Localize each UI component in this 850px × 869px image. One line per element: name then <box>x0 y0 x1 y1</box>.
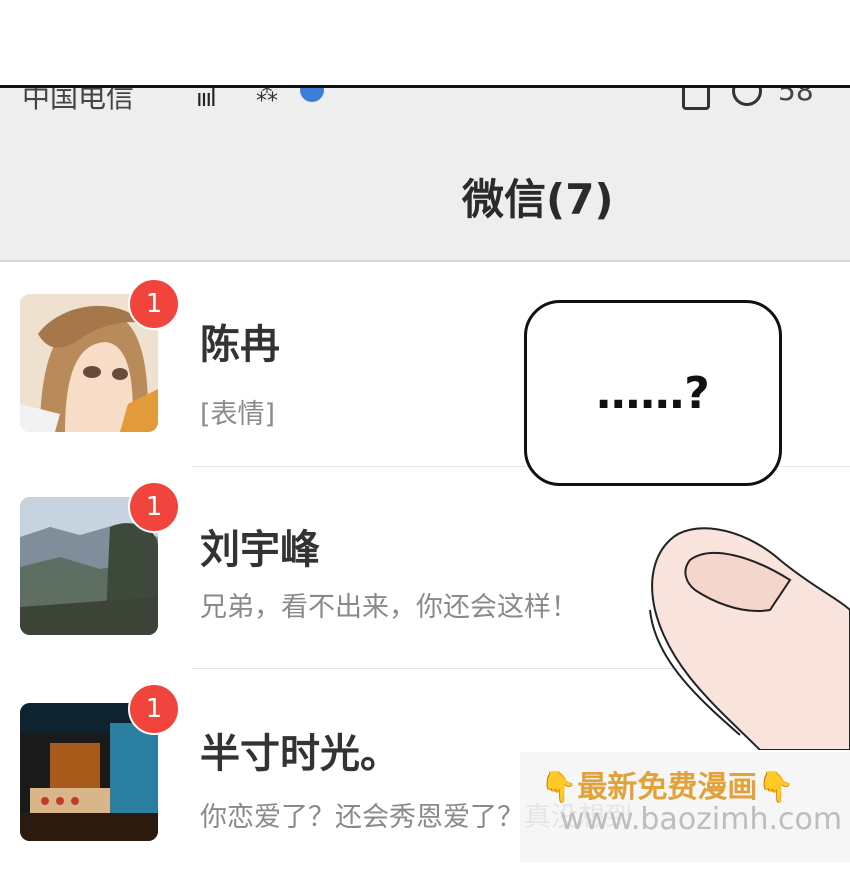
alarm-icon <box>732 88 762 106</box>
carrier-label: 中国电信 <box>22 88 135 114</box>
chat-preview: [表情] <box>200 399 276 430</box>
thumb-illustration <box>649 527 850 750</box>
unread-badge: 1 <box>128 481 180 533</box>
unread-badge: 1 <box>128 683 180 735</box>
chat-name: 陈冉 <box>200 322 280 368</box>
nav-bar: 微信(7) <box>0 118 850 262</box>
location-icon <box>300 88 324 102</box>
signal-icon: ıııl <box>196 88 217 112</box>
comic-panel-top-margin <box>0 0 850 85</box>
chat-name: 半寸时光。 <box>200 731 400 777</box>
chat-name: 刘宇峰 <box>200 527 320 573</box>
status-bar: 中国电信 ıııl ⁂ 58 <box>0 88 850 118</box>
page-title: 微信(7) <box>462 175 614 224</box>
wifi-icon: ⁂ <box>256 88 278 107</box>
watermark-line1: 👇最新免费漫画👇 <box>540 770 795 805</box>
speech-bubble-text: ……? <box>596 367 710 419</box>
watermark: 👇最新免费漫画👇 www.baozimh.com <box>520 752 850 862</box>
chat-preview: 兄弟，看不出来，你还会这样！ <box>200 592 578 623</box>
battery-label: 58 <box>778 88 814 107</box>
unread-badge: 1 <box>128 278 180 330</box>
nfc-icon <box>682 88 710 110</box>
watermark-line2: www.baozimh.com <box>560 802 843 837</box>
speech-bubble: ……? <box>524 300 782 486</box>
